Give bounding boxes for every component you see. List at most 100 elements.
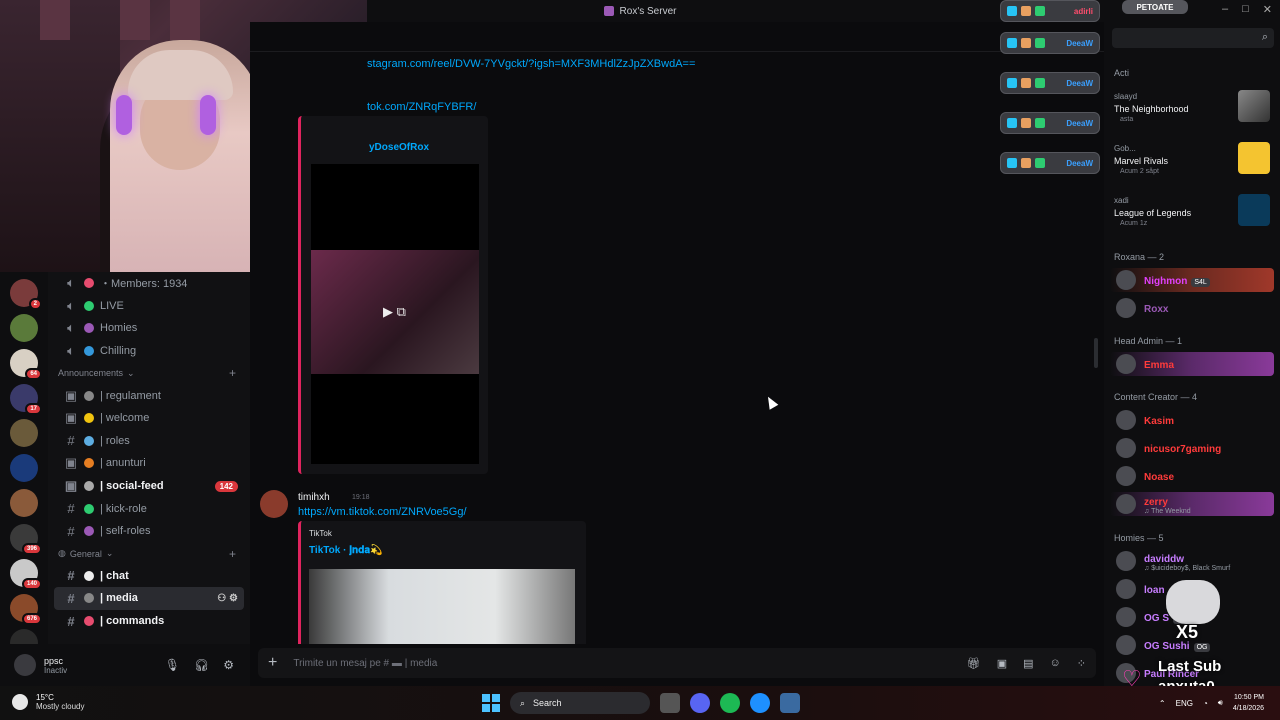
minimize-icon[interactable]: – (1222, 3, 1228, 16)
chevron-up-icon[interactable]: ⌃ (1159, 699, 1166, 708)
message-link[interactable]: stagram.com/reel/DVW-7YVgckt/?igsh=MXF3M… (367, 58, 695, 70)
chip-icon (1007, 158, 1017, 168)
taskbar-search[interactable]: ⌕ Search (510, 692, 650, 714)
message-composer[interactable]: + Trimite un mesaj pe # ▬ | media 🎁︎ ▣ ▤… (258, 648, 1096, 678)
gif-icon[interactable]: ▣ (997, 657, 1007, 670)
add-attachment-icon[interactable]: + (268, 654, 277, 672)
channel-item[interactable]: # | media ⚇ ⚙ (54, 587, 244, 610)
channel-list: 🔈︎ ・Members: 1934 🔈︎ LIVE 🔈︎ Homies 🔈︎ Chilling… (48, 272, 250, 644)
channel-emoji-icon (84, 593, 94, 604)
category-announcements[interactable]: Announcements ⌄ + (48, 362, 250, 384)
server-icon[interactable]: 140 (10, 559, 42, 590)
windows-start-icon[interactable] (482, 694, 500, 712)
channel-item[interactable]: ▣ | regulament (54, 384, 244, 407)
play-icon[interactable]: ▶ ⧉ (383, 304, 406, 320)
image-icon: ▬ (391, 657, 405, 669)
server-icon[interactable] (10, 489, 38, 517)
channel-settings-icon[interactable]: ⚇ ⚙ (217, 593, 238, 604)
emoji-icon[interactable]: ☺ (1050, 657, 1061, 670)
activity-thumbnail (1238, 90, 1270, 122)
edge-icon[interactable] (750, 693, 770, 713)
message-link[interactable]: tok.com/ZNRqFYBFR/ (367, 101, 476, 113)
channel-emoji-icon (84, 570, 94, 581)
scrollbar[interactable] (1094, 338, 1098, 368)
activity-game: The Neighborhood (1114, 104, 1189, 114)
composer-placeholder-text: Trimite un mesaj pe # (293, 657, 390, 669)
member-item[interactable]: Noase (1110, 464, 1274, 488)
activity-card[interactable]: Gob... Marvel Rivals Acum 2 săpt (1110, 140, 1274, 188)
channel-label: | welcome (100, 412, 150, 425)
hashtag-icon: # (67, 568, 75, 584)
channel-item[interactable]: # | kick-role (54, 497, 244, 520)
volume-icon[interactable]: 🔊︎ (1218, 698, 1223, 708)
activity-sub: asta (1120, 116, 1134, 123)
clock[interactable]: 10:50 PM 4/18/2026 (1233, 692, 1264, 714)
category-label: General (69, 548, 102, 559)
activity-user: xadi (1114, 196, 1129, 205)
sticker-icon[interactable]: ▤ (1023, 657, 1033, 670)
apps-icon[interactable]: ⁘ (1077, 657, 1086, 670)
server-icon[interactable]: 676 (10, 594, 42, 625)
headphones-icon[interactable]: 🎧︎ (194, 658, 209, 672)
wifi-icon[interactable]: ◔ (1203, 699, 1208, 708)
embed-title[interactable]: TikTok · 𝐣𝐧𝐝𝐚💫 (309, 545, 382, 556)
avatar[interactable] (260, 490, 288, 518)
activity-card[interactable]: xadi League of Legends Acum 1z (1110, 192, 1274, 240)
member-item[interactable]: Nighmon S4L (1110, 268, 1274, 292)
server-icon[interactable] (10, 314, 38, 342)
server-icon[interactable]: 17 (10, 384, 42, 415)
search-input[interactable]: ⌕ (1112, 28, 1274, 48)
chip-icon (1021, 158, 1031, 168)
channel-item[interactable]: # | chat (54, 565, 244, 588)
avatar[interactable] (14, 654, 36, 676)
user-info[interactable]: ppsc Inactiv (44, 656, 67, 675)
server-icon[interactable]: 396 (10, 524, 42, 555)
chip-icon (1035, 6, 1045, 16)
channel-item[interactable]: 🔈︎ Chilling (54, 340, 244, 363)
maximize-icon[interactable]: □ (1242, 3, 1249, 16)
server-icon[interactable] (10, 419, 38, 447)
app-icon[interactable] (780, 693, 800, 713)
channel-item[interactable]: # | commands (54, 610, 244, 633)
sub-alert: X5 ♡ Last Sub anxuta0 (1120, 580, 1270, 695)
channel-item[interactable]: ▣ | anunturi (54, 452, 244, 475)
channel-item[interactable]: 🔈︎ Homies (54, 317, 244, 340)
member-item[interactable]: Roxx (1110, 296, 1274, 320)
member-item[interactable]: nicusor7gaming (1110, 436, 1274, 460)
microphone-icon[interactable]: 🎙︎ (165, 658, 180, 672)
channel-item[interactable]: # | roles (54, 430, 244, 453)
gear-icon[interactable]: ⚙ (223, 658, 234, 672)
discord-icon[interactable] (690, 693, 710, 713)
message-link[interactable]: https://vm.tiktok.com/ZNRVoe5Gg/ (298, 506, 467, 518)
channel-item[interactable]: # | self-roles (54, 520, 244, 543)
member-item[interactable]: Kasim (1110, 408, 1274, 432)
language[interactable]: ENG (1176, 699, 1193, 708)
member-item[interactable]: Emma (1110, 352, 1274, 376)
gift-icon[interactable]: 🎁︎ (967, 657, 981, 670)
message-author[interactable]: timihxh (298, 492, 330, 503)
server-icon[interactable] (10, 454, 38, 482)
channel-item[interactable]: ▣ | welcome (54, 407, 244, 430)
embed-title[interactable]: yDoseOfRox (369, 142, 429, 153)
add-channel-icon[interactable]: + (229, 547, 236, 561)
weather-widget[interactable]: 15°C Mostly cloudy (12, 693, 84, 711)
channel-item[interactable]: 🔈︎ LIVE (54, 295, 244, 318)
server-icon[interactable]: 64 (10, 349, 42, 380)
file-explorer-icon[interactable] (660, 693, 680, 713)
spotify-icon[interactable] (720, 693, 740, 713)
channel-label: | regulament (100, 389, 161, 402)
close-icon[interactable]: ✕ (1263, 3, 1272, 16)
headphone-light (116, 95, 132, 135)
category-general[interactable]: ◍ General ⌄ + (48, 543, 250, 565)
webcam-poster (120, 0, 150, 40)
weather-text: Mostly cloudy (36, 702, 85, 711)
embed-video[interactable]: ▶ ⧉ (311, 164, 479, 464)
channel-item[interactable]: ▣ | social-feed 142 (54, 475, 244, 498)
member-item[interactable]: zerry ♫ The Weeknd (1110, 492, 1274, 516)
activity-card[interactable]: slaayd The Neighborhood asta (1110, 88, 1274, 136)
embed-video[interactable] (309, 569, 575, 644)
channel-item[interactable]: 🔈︎ ・Members: 1934 (54, 272, 244, 295)
add-channel-icon[interactable]: + (229, 366, 236, 380)
member-item[interactable]: daviddw ♫ $uicideboy$, Black Smurf (1110, 549, 1274, 573)
server-icon[interactable]: 2 (10, 279, 42, 310)
